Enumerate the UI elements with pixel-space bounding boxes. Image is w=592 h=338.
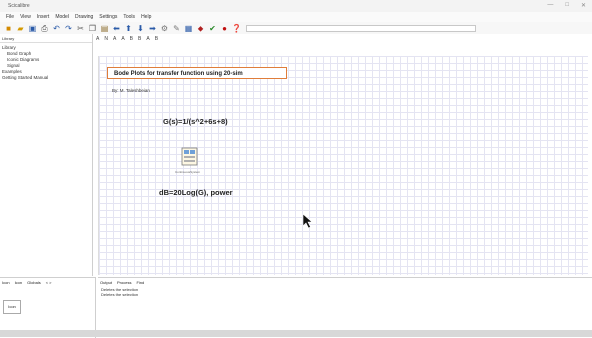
title-bar: Scicalibre — □ ✕ xyxy=(0,0,592,12)
tab-scroll[interactable]: < > xyxy=(46,280,52,285)
transfer-function-text[interactable]: G(s)=1/(s^2+6s+8) xyxy=(163,117,228,126)
check-icon[interactable]: ✔ xyxy=(208,24,217,33)
window-controls: — □ ✕ xyxy=(547,2,586,9)
block-label: ContinuousSystem xyxy=(175,170,201,174)
library-panel: Library Library Bond Graph Iconic Diagra… xyxy=(0,34,93,276)
tree-item-getting-started[interactable]: Getting Started Manual xyxy=(2,75,92,81)
redo-icon[interactable]: ↷ xyxy=(64,24,73,33)
close-button[interactable]: ✕ xyxy=(581,2,586,9)
model-canvas[interactable] xyxy=(98,56,588,275)
library-tabs: Library xyxy=(0,34,92,43)
menu-tools[interactable]: Tools xyxy=(123,14,135,20)
tab-find[interactable]: Find xyxy=(136,280,144,285)
menu-bar: File View Insert Model Drawing Settings … xyxy=(0,12,592,22)
save-icon[interactable]: ▣ xyxy=(28,24,37,33)
cut-icon[interactable]: ✂ xyxy=(76,24,85,33)
canvas-tool-6[interactable]: B xyxy=(138,36,141,42)
menu-insert[interactable]: Insert xyxy=(37,14,50,20)
canvas-tool-3[interactable]: A xyxy=(113,36,116,42)
menu-file[interactable]: File xyxy=(6,14,14,20)
menu-view[interactable]: View xyxy=(20,14,31,20)
down-icon[interactable]: ⬇ xyxy=(136,24,145,33)
minimize-button[interactable]: — xyxy=(547,2,553,9)
menu-help[interactable]: Help xyxy=(141,14,151,20)
tab-icon[interactable]: Icon xyxy=(2,280,10,285)
tab-icon-2[interactable]: Icon xyxy=(15,280,23,285)
output-log: Deletes the selection Deletes the select… xyxy=(98,287,592,297)
db-formula-text[interactable]: dB=20Log(G), power xyxy=(159,188,233,197)
help-icon[interactable]: ❓ xyxy=(232,24,242,33)
tab-globals[interactable]: Globals xyxy=(27,280,41,285)
back-icon[interactable]: ⬅ xyxy=(112,24,121,33)
info-icon[interactable]: ⬥ xyxy=(196,24,205,33)
menu-drawing[interactable]: Drawing xyxy=(75,14,93,20)
output-tabs: Output Process Find xyxy=(98,278,592,287)
calc-icon[interactable]: ▦ xyxy=(184,24,193,33)
new-icon[interactable]: ■ xyxy=(4,24,13,33)
log-line: Deletes the selection xyxy=(101,292,139,297)
mouse-cursor-icon xyxy=(302,213,313,229)
undo-icon[interactable]: ↶ xyxy=(52,24,61,33)
tab-output[interactable]: Output xyxy=(100,280,112,285)
gear-icon[interactable]: ⚙ xyxy=(160,24,169,33)
canvas-tool-5[interactable]: B xyxy=(130,36,133,42)
copy-icon[interactable]: ❐ xyxy=(88,24,97,33)
tools-icon[interactable]: ✎ xyxy=(172,24,181,33)
interface-panel: Icon Icon Globals < > Icon xyxy=(0,277,96,338)
author-text[interactable]: By: M. Taleshbeian xyxy=(112,88,150,93)
search-input[interactable] xyxy=(246,24,476,32)
canvas-tool-2[interactable]: N xyxy=(104,36,108,42)
print-icon[interactable]: ⎙ xyxy=(40,24,49,33)
interface-tabs: Icon Icon Globals < > xyxy=(0,278,95,287)
status-bar xyxy=(0,330,592,337)
canvas-toolbar: A N A A B B A B xyxy=(96,34,592,43)
up-icon[interactable]: ⬆ xyxy=(124,24,133,33)
canvas-tool-1[interactable]: A xyxy=(96,36,99,42)
library-tree: Library Bond Graph Iconic Diagrams Signa… xyxy=(0,43,92,81)
tab-library[interactable]: Library xyxy=(2,36,14,41)
open-icon[interactable]: ▰ xyxy=(16,24,25,33)
canvas-tool-8[interactable]: B xyxy=(155,36,158,42)
record-icon[interactable]: ● xyxy=(220,24,229,33)
canvas-tool-4[interactable]: A xyxy=(121,36,124,42)
menu-model[interactable]: Model xyxy=(55,14,69,20)
doc-title-box[interactable]: Bode Plots for transfer function using 2… xyxy=(107,67,287,79)
icon-preview-field[interactable]: Icon xyxy=(3,300,21,314)
canvas-tool-7[interactable]: A xyxy=(146,36,149,42)
tab-process[interactable]: Process xyxy=(117,280,131,285)
maximize-button[interactable]: □ xyxy=(565,2,569,9)
forward-icon[interactable]: ➡ xyxy=(148,24,157,33)
paste-icon[interactable]: ▤ xyxy=(100,24,109,33)
main-toolbar: ■ ▰ ▣ ⎙ ↶ ↷ ✂ ❐ ▤ ⬅ ⬆ ⬇ ➡ ⚙ ✎ ▦ ⬥ ✔ ● ❓ xyxy=(0,22,592,34)
window-title: Scicalibre xyxy=(8,3,30,9)
output-panel: Output Process Find Deletes the selectio… xyxy=(98,277,592,338)
menu-settings[interactable]: Settings xyxy=(99,14,117,20)
continuous-system-block-icon[interactable] xyxy=(181,147,199,167)
